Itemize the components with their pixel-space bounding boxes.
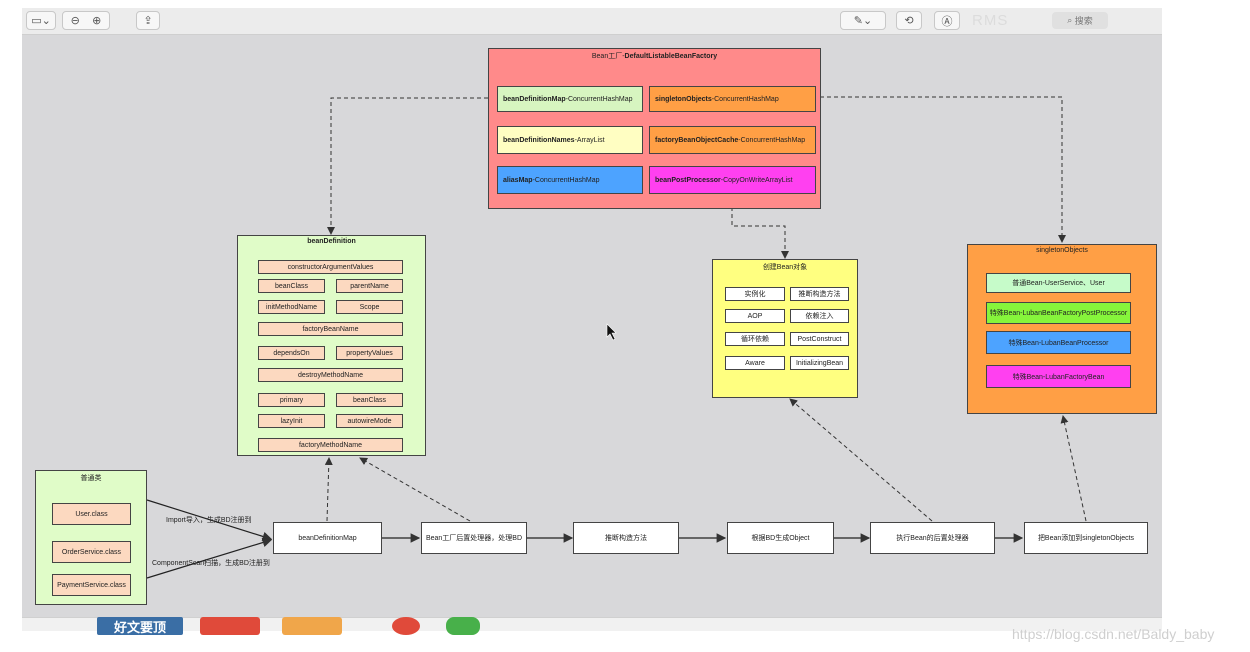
flow-step-factory-post-processor: Bean工厂后置处理器，处理BD: [421, 522, 527, 554]
create-bean-item-infer-constructor: 推断构造方法: [790, 287, 849, 301]
bd-destroy-method-name: destroyMethodName: [258, 368, 403, 382]
factory-item-bean-post-processor: beanPostProcessor -CopyOnWriteArrayList: [649, 166, 816, 194]
bd-primary: primary: [258, 393, 325, 407]
create-bean-item-aop: AOP: [725, 309, 785, 323]
flow-step-infer-constructor: 推断构造方法: [573, 522, 679, 554]
bd-factory-bean-name: factoryBeanName: [258, 322, 403, 336]
factory-item-bean-definition-names: beanDefinitionNames -ArrayList: [497, 126, 643, 154]
create-bean-box: 创建Bean对象 实例化 推断构造方法 AOP 依赖注入 循环依赖 PostCo…: [712, 259, 858, 398]
factoryprocessor-to-beandefinition-connector: [359, 457, 471, 522]
flow-step-generate-object: 根据BD生成Object: [727, 522, 834, 554]
bean-definition-title: beanDefinition: [307, 238, 356, 245]
beanprocessor-to-createbean-connector: [789, 398, 933, 522]
bean-factory-title: Bean工厂-DefaultListableBeanFactory: [489, 51, 820, 61]
share-icon-red[interactable]: [392, 617, 420, 635]
bean-definition-box: beanDefinition constructorArgumentValues…: [237, 235, 426, 456]
bd-lazy-init: lazyInit: [258, 414, 325, 428]
singleton-item-factory-post-processor: 特殊Bean-LubanBeanFactoryPostProcessor: [986, 302, 1131, 324]
class-item-payment-service: PaymentService.class: [52, 574, 131, 596]
bd-depends-on: dependsOn: [258, 346, 325, 360]
singleton-objects-title: singletonObjects: [1036, 247, 1088, 254]
plain-classes-title: 普通类: [80, 475, 102, 482]
watermark-url: https://blog.csdn.net/Baldy_baby: [1012, 626, 1215, 642]
bean-factory-title-prefix: Bean工厂-: [591, 53, 625, 60]
bottom-status-bar: [22, 617, 1162, 631]
create-bean-item-circular-dependency: 循环依赖: [725, 332, 785, 346]
create-bean-item-post-construct: PostConstruct: [790, 332, 849, 346]
component-scan-label: ComponentScan扫描，生成BD注册到: [152, 560, 270, 567]
mouse-cursor-icon: [606, 323, 617, 341]
singleton-objects-box: singletonObjects 普通Bean-UserService、User…: [967, 244, 1157, 414]
bean-factory-box: Bean工厂-DefaultListableBeanFactory beanDe…: [488, 48, 821, 209]
wechat-icon[interactable]: [446, 617, 480, 635]
map-to-beandefinition-connector: [324, 457, 333, 522]
singleton-item-factory-bean: 特殊Bean-LubanFactoryBean: [986, 365, 1131, 388]
create-bean-item-dependency-injection: 依赖注入: [790, 309, 849, 323]
factory-item-singleton-objects: singletonObjects -ConcurrentHashMap: [649, 86, 816, 112]
bd-scope: Scope: [336, 300, 403, 314]
import-label: Import导入，生成BD注册到: [166, 517, 252, 524]
bd-bean-class: beanClass: [258, 279, 325, 293]
class-item-user: User.class: [52, 503, 131, 525]
recommend-banner[interactable]: 好文要顶: [97, 617, 183, 635]
bd-bean-class-2: beanClass: [336, 393, 403, 407]
factory-to-beandefinition-connector: [327, 97, 488, 235]
addsingleton-to-singleton-connector: [1060, 415, 1087, 522]
create-bean-item-instantiate: 实例化: [725, 287, 785, 301]
bean-factory-title-name: DefaultListableBeanFactory: [624, 53, 718, 60]
bd-autowire-mode: autowireMode: [336, 414, 403, 428]
bd-parent-name: parentName: [336, 279, 403, 293]
factory-item-bean-definition-map: beanDefinitionMap -ConcurrentHashMap: [497, 86, 643, 112]
class-item-order-service: OrderService.class: [52, 541, 131, 563]
factory-to-singleton-connector: [820, 96, 1066, 243]
share-chip-orange[interactable]: [282, 617, 342, 635]
create-bean-item-initializing-bean: InitializingBean: [790, 356, 849, 370]
factory-item-factory-bean-object-cache: factoryBeanObjectCache -ConcurrentHashMap: [649, 126, 816, 154]
create-bean-item-aware: Aware: [725, 356, 785, 370]
flow-step-bean-definition-map: beanDefinitionMap: [273, 522, 382, 554]
flow-step-bean-post-processor: 执行Bean的后置处理器: [870, 522, 995, 554]
create-bean-title: 创建Bean对象: [762, 264, 808, 271]
share-chip-red[interactable]: [200, 617, 260, 635]
singleton-item-normal-bean: 普通Bean-UserService、User: [986, 273, 1131, 293]
bd-constructor-argument-values: constructorArgumentValues: [258, 260, 403, 274]
bd-property-values: propertyValues: [336, 346, 403, 360]
plain-classes-box: 普通类 User.class OrderService.class Paymen…: [35, 470, 147, 605]
factory-item-alias-map: aliasMap -ConcurrentHashMap: [497, 166, 643, 194]
flow-step-add-to-singleton-objects: 把Bean添加到singletonObjects: [1024, 522, 1148, 554]
singleton-item-bean-processor: 特殊Bean-LubanBeanProcessor: [986, 331, 1131, 354]
bd-factory-method-name: factoryMethodName: [258, 438, 403, 452]
bd-init-method-name: initMethodName: [258, 300, 325, 314]
